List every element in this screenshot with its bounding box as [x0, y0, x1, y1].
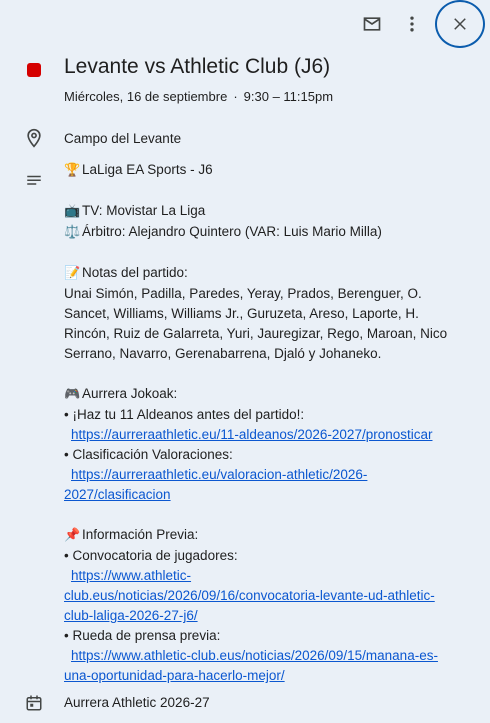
close-button[interactable]: [435, 0, 485, 48]
link-rueda-prensa[interactable]: https://www.athletic-club.eus/noticias/2…: [71, 648, 438, 663]
notes-line: Unai Simón, Padilla, Paredes, Yeray, Pra…: [64, 286, 422, 301]
link-valoraciones[interactable]: https://aurreraathletic.eu/valoracion-at…: [71, 467, 367, 482]
notes-line: Sancet, Williams, Williams Jr., Guruzeta…: [64, 306, 419, 321]
referee-text: Árbitro: Alejandro Quintero (VAR: Luis M…: [82, 224, 382, 239]
gamepad-icon: 🎮: [64, 387, 81, 402]
link-aldeanos[interactable]: https://aurreraathletic.eu/11-aldeanos/2…: [71, 427, 432, 442]
jokoak-heading: 🎮 Aurrera Jokoak:: [64, 384, 474, 405]
bullet-aldeanos: • ¡Haz tu 11 Aldeanos antes del partido!…: [64, 407, 305, 422]
jokoak-heading-text: Aurrera Jokoak:: [82, 386, 178, 401]
notes-heading: 📝 Notas del partido:: [64, 263, 474, 284]
bullet-rueda-prensa: • Rueda de prensa previa:: [64, 628, 221, 643]
link-convocatoria-cont[interactable]: club.eus/noticias/2026/09/16/convocatori…: [64, 588, 435, 603]
email-guests-button[interactable]: [356, 8, 388, 40]
calendar-icon: [24, 693, 44, 713]
previa-heading: 📌 Información Previa:: [64, 525, 474, 546]
event-description: 🏆 LaLiga EA Sports - J6 📺 TV: Movistar La …: [64, 160, 474, 686]
calendar-name: Aurrera Athletic 2026-27: [64, 695, 210, 710]
referee-line: ⚖️ Árbitro: Alejandro Quintero (VAR: Luis…: [64, 222, 474, 243]
link-rueda-prensa-cont[interactable]: una-oportunidad-para-hacerlo-mejor/: [64, 668, 285, 683]
date-separator: ·: [233, 89, 238, 104]
description-icon: [24, 171, 44, 191]
competition-text: LaLiga EA Sports - J6: [82, 162, 213, 177]
bullet-valoraciones: • Clasificación Valoraciones:: [64, 447, 233, 462]
close-icon: [454, 18, 466, 30]
tv-text: TV: Movistar La Liga: [82, 203, 206, 218]
event-color-chip: [27, 63, 41, 77]
notes-line: Serrano, Navarro, Gerenabarrena, Djaló y…: [64, 346, 382, 361]
memo-icon: 📝: [64, 266, 81, 281]
more-options-button[interactable]: [396, 8, 428, 40]
event-date: Miércoles, 16 de septiembre: [64, 89, 228, 104]
mail-icon: [363, 17, 381, 31]
event-details-panel: Levante vs Athletic Club (J6) Miércoles,…: [0, 0, 490, 723]
link-valoraciones-cont[interactable]: 2027/clasificacion: [64, 487, 171, 502]
previa-heading-text: Información Previa:: [82, 527, 199, 542]
pin-icon: 📌: [64, 528, 81, 543]
notes-heading-text: Notas del partido:: [82, 265, 188, 280]
scales-icon: ⚖️: [64, 225, 81, 240]
more-vert-icon: [410, 16, 414, 32]
location-icon: [24, 128, 44, 148]
trophy-icon: 🏆: [64, 163, 81, 178]
competition-line: 🏆 LaLiga EA Sports - J6: [64, 160, 474, 181]
tv-icon: 📺: [64, 204, 81, 219]
event-datetime: Miércoles, 16 de septiembre · 9:30 – 11:15…: [64, 89, 333, 104]
bullet-convocatoria: • Convocatoria de jugadores:: [64, 548, 238, 563]
link-convocatoria-end[interactable]: club-laliga-2026-27-j6/: [64, 608, 198, 623]
event-title: Levante vs Athletic Club (J6): [64, 55, 331, 78]
event-location: Campo del Levante: [64, 131, 182, 146]
link-convocatoria[interactable]: https://www.athletic-: [71, 568, 191, 583]
toolbar: [0, 0, 490, 48]
notes-line: Rincón, Ruiz de Galarreta, Yuri, Jauregi…: [64, 326, 448, 341]
tv-line: 📺 TV: Movistar La Liga: [64, 201, 474, 222]
event-time: 9:30 – 11:15pm: [243, 89, 334, 104]
